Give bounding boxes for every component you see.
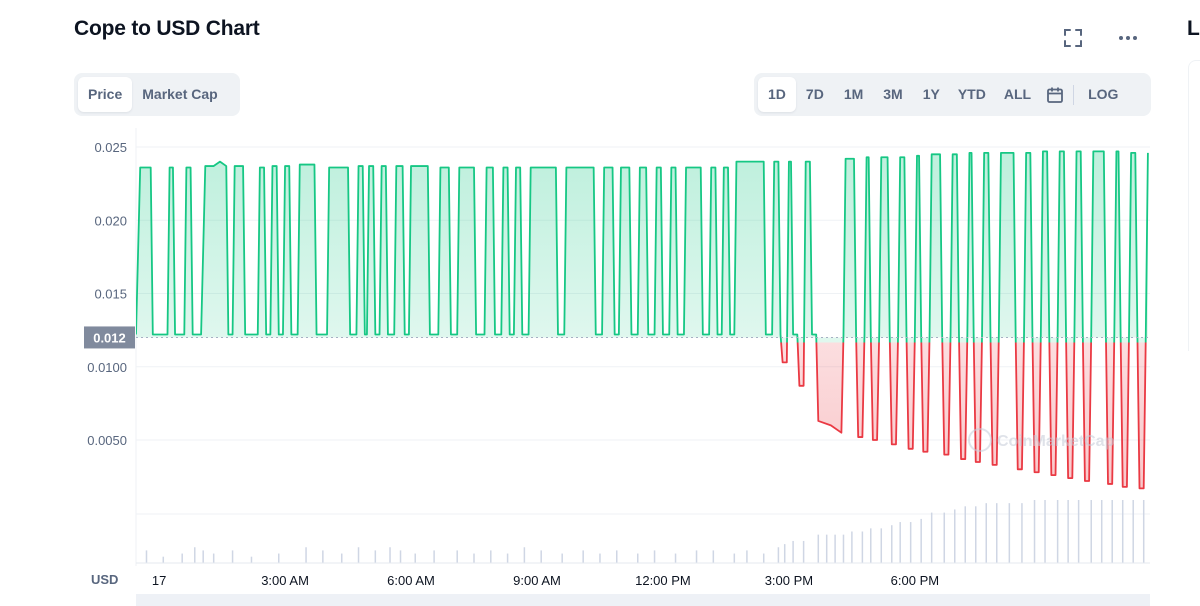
y-tick-label: 0.0050	[87, 433, 127, 448]
price-chart: 0.012 CoinMarketCap 0.025 0.020 0.015 0.010…	[84, 128, 1150, 606]
volume-bar	[975, 506, 977, 563]
volume-bar	[414, 553, 416, 563]
volume-bar	[145, 550, 148, 563]
volume-bar	[490, 550, 492, 563]
x-axis: 17 3:00 AM 6:00 AM 9:00 AM 12:00 PM 3:00 PM 6:…	[136, 573, 1150, 606]
volume-bar	[523, 547, 526, 563]
volume-bar	[733, 553, 736, 563]
volume-bar	[891, 525, 893, 563]
volume-bar	[162, 556, 165, 563]
volume-bar	[322, 550, 324, 563]
volume-bar	[909, 522, 912, 563]
volume-bar	[880, 528, 883, 563]
x-tick-label: 3:00 PM	[765, 573, 813, 588]
volume-bar	[995, 503, 998, 563]
volume-bar	[582, 550, 584, 563]
y-tick-label: 0.015	[94, 287, 127, 302]
volume-bar	[1067, 500, 1069, 563]
volume-bar	[792, 540, 794, 563]
volume-bar	[1100, 500, 1103, 563]
volume-bar	[802, 540, 805, 563]
volume-bar	[540, 550, 542, 563]
volume-bar	[930, 512, 933, 563]
volume-bar	[842, 534, 845, 563]
range-navigator	[136, 594, 1150, 606]
volume-bar	[637, 553, 639, 563]
volume-bar	[357, 547, 360, 563]
volume-bar	[1142, 500, 1145, 563]
volume-bar	[433, 550, 435, 563]
volume-bar	[389, 547, 391, 563]
y-tick-label: 0.025	[94, 140, 127, 155]
baseline-label: 0.012	[93, 330, 126, 345]
volume-bar	[777, 547, 780, 563]
x-tick-label: 17	[152, 573, 166, 588]
volume-bar	[964, 506, 967, 563]
volume-bar	[473, 553, 475, 563]
volume-bar	[1021, 503, 1023, 563]
volume-bar	[616, 550, 618, 563]
x-tick-label: 6:00 PM	[891, 573, 939, 588]
volume-bar	[1132, 500, 1134, 563]
volume-bar	[861, 531, 864, 563]
volume-bar	[456, 550, 458, 563]
volume-bar	[1008, 503, 1011, 563]
volume-bar	[1111, 500, 1113, 563]
y-tick-label: 0.020	[94, 213, 127, 228]
volume-bar	[194, 547, 196, 563]
volume-bar	[834, 534, 836, 563]
volume-bar	[506, 553, 509, 563]
volume-bar	[202, 550, 204, 563]
volume-bar	[340, 553, 343, 563]
volume-bar	[1056, 500, 1059, 563]
x-tick-label: 9:00 AM	[513, 573, 561, 588]
volume-bar	[695, 550, 698, 563]
x-tick-label: 12:00 PM	[635, 573, 691, 588]
volume-bar	[712, 550, 715, 563]
volume-bar	[212, 553, 215, 563]
volume-bar	[1033, 500, 1036, 563]
volume-bar	[870, 528, 872, 563]
volume-bar	[746, 550, 748, 563]
volume-bar	[305, 547, 307, 563]
volume-bars	[136, 500, 1150, 564]
volume-bar	[783, 544, 786, 563]
y-axis-unit: USD	[91, 572, 118, 587]
volume-bar	[653, 550, 656, 563]
volume-bar	[250, 556, 253, 563]
volume-bar	[1044, 500, 1046, 563]
y-axis: 0.025 0.020 0.015 0.0100 0.0050 USD	[87, 140, 127, 587]
volume-bar	[599, 553, 601, 563]
volume-bar	[181, 553, 183, 563]
volume-bar	[231, 550, 234, 563]
volume-bar	[954, 509, 956, 563]
volume-bar	[985, 503, 987, 563]
volume-bar	[899, 522, 901, 563]
volume-bar	[278, 553, 280, 563]
volume-bar	[674, 553, 677, 563]
volume-bar	[943, 512, 946, 563]
volume-bar	[374, 550, 377, 563]
x-tick-label: 6:00 AM	[387, 573, 435, 588]
y-tick-label: 0.0100	[87, 360, 127, 375]
volume-bar	[1121, 500, 1124, 563]
volume-bar	[399, 550, 402, 563]
watermark: CoinMarketCap	[968, 428, 1115, 452]
watermark-text: CoinMarketCap	[997, 433, 1115, 450]
volume-bar	[561, 553, 563, 563]
x-tick-label: 3:00 AM	[261, 573, 309, 588]
volume-bar	[825, 534, 828, 563]
volume-bar	[762, 553, 765, 563]
volume-bar	[851, 531, 853, 563]
volume-bar	[1077, 500, 1080, 563]
volume-bar	[1090, 500, 1092, 563]
volume-bar	[920, 518, 922, 563]
volume-bar	[817, 534, 820, 563]
